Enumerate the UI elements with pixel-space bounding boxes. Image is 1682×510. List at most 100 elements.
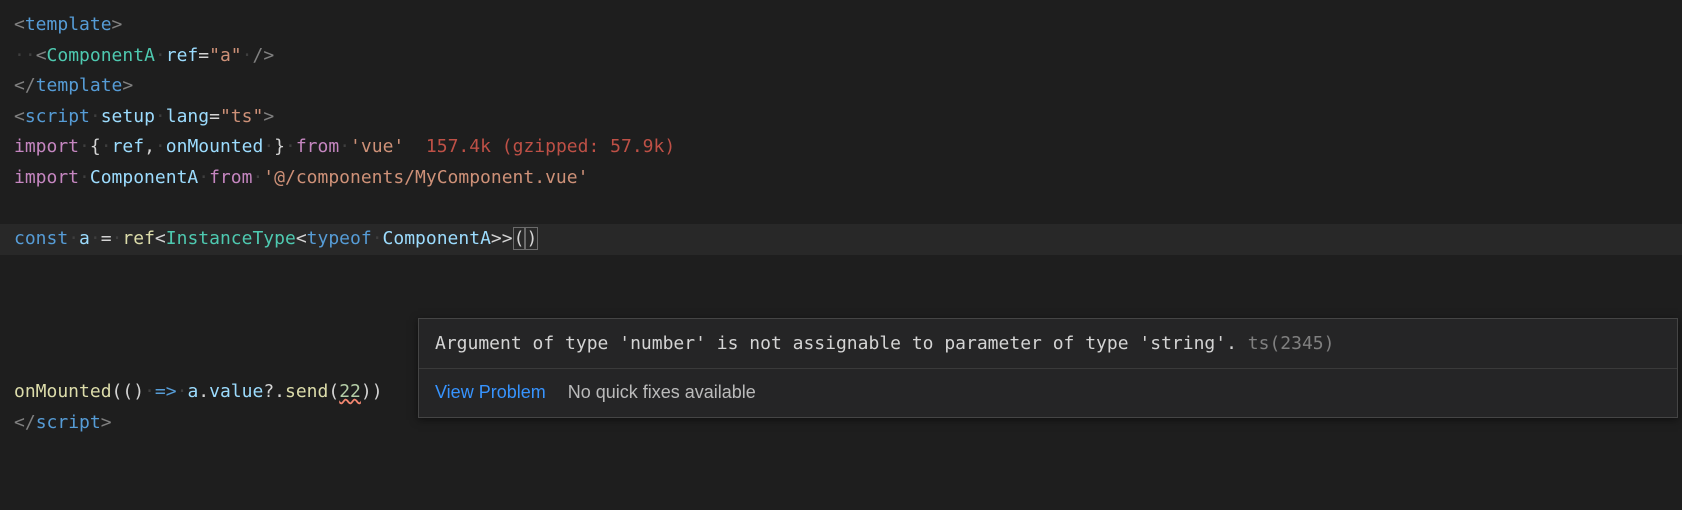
quote: ": [252, 106, 263, 127]
prop-value: value: [209, 381, 263, 402]
ws: ·: [155, 45, 166, 66]
paren-open-matched: (: [513, 227, 526, 250]
arg-number-error: 22: [339, 381, 361, 402]
typeof-keyword: typeof: [307, 228, 372, 249]
tag-close: >: [263, 106, 274, 127]
attr-value: a: [220, 45, 231, 66]
var-a: a: [187, 381, 198, 402]
tag-close: >: [101, 412, 112, 433]
const-keyword: const: [14, 228, 68, 249]
component-name: ComponentA: [47, 45, 155, 66]
comma: ,: [144, 136, 155, 157]
import-keyword: import: [14, 167, 79, 188]
ref-call: ref: [122, 228, 155, 249]
code-line-4[interactable]: <script·setup·lang="ts">: [14, 102, 1682, 133]
ws: ·: [252, 167, 263, 188]
from-keyword: from: [209, 167, 252, 188]
tag-open: </: [14, 75, 36, 96]
componenta-type: ComponentA: [383, 228, 491, 249]
brace: {: [90, 136, 101, 157]
tag-close: >: [112, 14, 123, 35]
ws: ·: [112, 228, 123, 249]
code-line-3[interactable]: </template>: [14, 71, 1682, 102]
ws: ·: [155, 106, 166, 127]
quote: ': [263, 167, 274, 188]
paren-close-matched: ): [525, 227, 538, 250]
parens: )): [361, 381, 383, 402]
gt: >>: [491, 228, 513, 249]
attr-setup: setup: [101, 106, 155, 127]
equals: =: [101, 228, 112, 249]
ws: ·: [90, 228, 101, 249]
equals: =: [198, 45, 209, 66]
optional-chain: ?.: [263, 381, 285, 402]
code-line-2[interactable]: ··<ComponentA·ref="a"·/>: [14, 41, 1682, 72]
code-line-blank-9[interactable]: [14, 255, 1682, 286]
from-keyword: from: [296, 136, 339, 157]
hover-error-tooltip: Argument of type 'number' is not assigna…: [418, 318, 1678, 418]
quote: ": [220, 106, 231, 127]
code-line-blank-7[interactable]: [14, 194, 1682, 225]
ws: ·: [79, 136, 90, 157]
attr-lang: lang: [166, 106, 209, 127]
error-message-row: Argument of type 'number' is not assigna…: [419, 319, 1677, 368]
attr-ref: ref: [166, 45, 199, 66]
code-line-5[interactable]: import·{·ref,·onMounted·}·from·'vue' 157…: [14, 132, 1682, 163]
instancetype: InstanceType: [166, 228, 296, 249]
code-line-1[interactable]: <template>: [14, 10, 1682, 41]
lt: <: [296, 228, 307, 249]
quote: ': [578, 167, 589, 188]
code-line-8-active[interactable]: const·a·=·ref<InstanceType<typeof·Compon…: [0, 224, 1682, 255]
ws: ·: [339, 136, 350, 157]
tag-open: <: [14, 106, 25, 127]
tag-template: template: [36, 75, 123, 96]
import-componenta: ComponentA: [90, 167, 198, 188]
brace: }: [274, 136, 285, 157]
import-keyword: import: [14, 136, 79, 157]
quote: ': [350, 136, 361, 157]
ws: ·: [198, 167, 209, 188]
lang-value: ts: [231, 106, 253, 127]
error-code: ts(2345): [1237, 333, 1335, 354]
tag-script: script: [36, 412, 101, 433]
error-message: Argument of type 'number' is not assigna…: [435, 333, 1237, 354]
tag-open: <: [36, 45, 47, 66]
method-send: send: [285, 381, 328, 402]
tooltip-actions: View ProblemNo quick fixes available: [419, 368, 1677, 418]
quote: ': [393, 136, 404, 157]
tag-template: template: [25, 14, 112, 35]
tag-open: </: [14, 412, 36, 433]
import-onmounted: onMounted: [166, 136, 264, 157]
module-vue: vue: [361, 136, 394, 157]
dot: .: [198, 381, 209, 402]
ws: ·: [144, 381, 155, 402]
quote: ": [231, 45, 242, 66]
ws: ·: [372, 228, 383, 249]
quote: ": [209, 45, 220, 66]
arrow: =>: [155, 381, 177, 402]
var-a: a: [79, 228, 90, 249]
ws: ·: [101, 136, 112, 157]
code-line-blank-10[interactable]: [14, 285, 1682, 316]
onmounted-call: onMounted: [14, 381, 112, 402]
ws: ·: [79, 167, 90, 188]
equals: =: [209, 106, 220, 127]
self-close: />: [252, 45, 274, 66]
ws: ·: [155, 136, 166, 157]
lt: <: [155, 228, 166, 249]
import-cost: 157.4k (gzipped: 57.9k): [404, 136, 675, 157]
import-ref: ref: [112, 136, 145, 157]
parens: ((): [112, 381, 145, 402]
ws: ·: [177, 381, 188, 402]
ws: ·: [285, 136, 296, 157]
indent: ··: [14, 45, 36, 66]
tag-close: >: [122, 75, 133, 96]
paren: (: [328, 381, 339, 402]
module-path: @/components/MyComponent.vue: [274, 167, 577, 188]
code-line-6[interactable]: import·ComponentA·from·'@/components/MyC…: [14, 163, 1682, 194]
ws: ·: [68, 228, 79, 249]
ws: ·: [90, 106, 101, 127]
ws: ·: [263, 136, 274, 157]
tag-open: <: [14, 14, 25, 35]
view-problem-link[interactable]: View Problem: [435, 382, 546, 402]
